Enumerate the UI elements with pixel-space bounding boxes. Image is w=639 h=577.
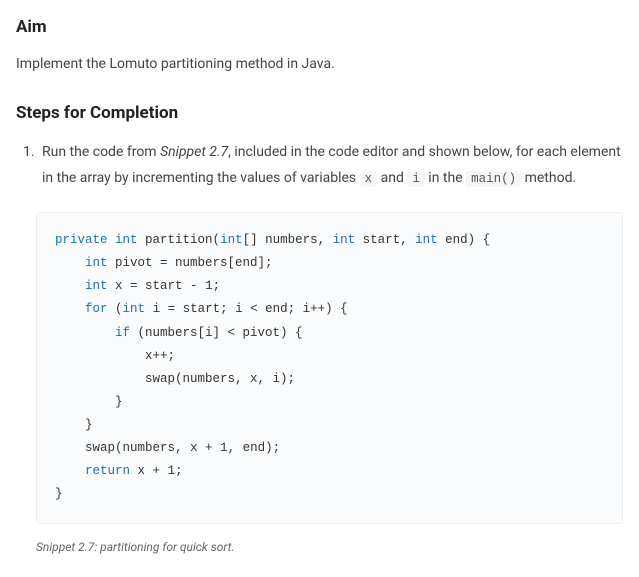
ret-tail: x + [130, 464, 168, 478]
close-1: } [115, 395, 123, 409]
line-xpp: x++; [145, 349, 175, 363]
code-arrdecl: [] numbers, [243, 233, 333, 247]
num-1a: 1 [205, 279, 213, 293]
code-start: start, [355, 233, 415, 247]
semi-1: ; [213, 279, 221, 293]
kw-int-5: int [85, 256, 108, 270]
kw-private: private [55, 233, 108, 247]
line-swap1: swap(numbers, x, i); [145, 372, 295, 386]
kw-return: return [85, 464, 130, 478]
kw-if: if [115, 326, 130, 340]
line-swap2a: swap(numbers, x + [85, 441, 220, 455]
close-3: } [55, 487, 63, 501]
aim-heading: Aim [16, 14, 623, 41]
kw-int-3: int [333, 233, 356, 247]
step1-text-c: and [377, 170, 407, 186]
code-snippet: private int partition(int[] numbers, int… [36, 212, 623, 524]
for-decl: i = start; i < end; i++) { [145, 302, 348, 316]
snippet-caption: Snippet 2.7: partitioning for quick sort… [36, 538, 623, 557]
step1-text-a: Run the code from [42, 144, 160, 160]
kw-for: for [85, 302, 108, 316]
kw-int-4: int [415, 233, 438, 247]
code-fn: partition( [138, 233, 221, 247]
steps-heading: Steps for Completion [16, 100, 623, 127]
inline-code-main: main() [466, 171, 521, 187]
kw-int-6: int [85, 279, 108, 293]
kw-int-1: int [115, 233, 138, 247]
step1-text-e: method. [521, 170, 576, 186]
code-end: end) { [438, 233, 491, 247]
semi-2: ; [175, 464, 183, 478]
close-2: } [85, 418, 93, 432]
if-cond: (numbers[i] < pivot) { [130, 326, 303, 340]
num-1b: 1 [220, 441, 228, 455]
steps-list: Run the code from Snippet 2.7, included … [16, 139, 623, 192]
kw-int-7: int [123, 302, 146, 316]
inline-code-i: i [407, 171, 425, 187]
step-item-1: Run the code from Snippet 2.7, included … [38, 139, 623, 192]
code-pivot: pivot = numbers[end]; [108, 256, 273, 270]
line-swap2b: , end); [228, 441, 281, 455]
for-open: ( [108, 302, 123, 316]
step1-text-d: in the [425, 170, 466, 186]
kw-int-2: int [220, 233, 243, 247]
inline-code-x: x [360, 171, 378, 187]
code-xline: x = start - [108, 279, 206, 293]
aim-text: Implement the Lomuto partitioning method… [16, 53, 623, 75]
num-1c: 1 [168, 464, 176, 478]
snippet-ref: Snippet 2.7 [160, 144, 228, 160]
